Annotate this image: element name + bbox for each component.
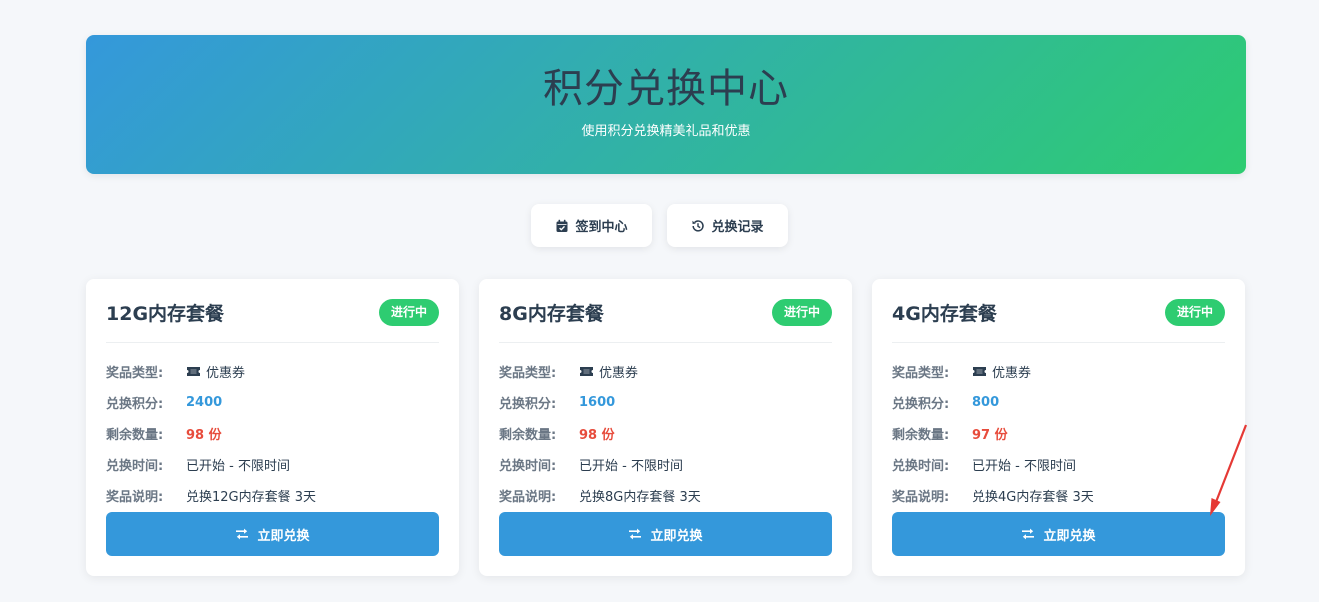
hero-banner: 积分兑换中心 使用积分兑换精美礼品和优惠 [86, 35, 1246, 174]
redeem-button-label: 立即兑换 [1043, 528, 1096, 544]
desc-value: 兑换12G内存套餐 3天 [186, 490, 317, 505]
card-info: 奖品类型: 优惠券 兑换积分: 800 剩余数量: 97 份 兑换时间: 已开始… [892, 356, 1225, 511]
info-row-type: 奖品类型: 优惠券 [892, 356, 1225, 387]
info-row-desc: 奖品说明: 兑换4G内存套餐 3天 [892, 480, 1225, 511]
reward-card-list: 12G内存套餐 进行中 奖品类型: 优惠券 兑换积分: 2400 剩余数量: 9… [86, 279, 1246, 576]
reward-card: 12G内存套餐 进行中 奖品类型: 优惠券 兑换积分: 2400 剩余数量: 9… [86, 279, 459, 576]
card-title: 4G内存套餐 [892, 303, 997, 325]
desc-value: 兑换4G内存套餐 3天 [972, 490, 1094, 505]
page-title: 积分兑换中心 [543, 66, 789, 112]
ticket-icon [973, 367, 986, 376]
status-badge: 进行中 [1164, 299, 1225, 326]
remaining-value: 97 份 [972, 428, 1008, 443]
prize-type: 优惠券 [992, 366, 1032, 381]
action-bar: 签到中心 兑换记录 [0, 204, 1319, 247]
reward-card: 4G内存套餐 进行中 奖品类型: 优惠券 兑换积分: 800 剩余数量: 97 … [872, 279, 1245, 576]
card-title: 8G内存套餐 [499, 303, 604, 325]
page-subtitle: 使用积分兑换精美礼品和优惠 [581, 124, 751, 139]
info-value: 优惠券 [186, 362, 245, 381]
info-label: 剩余数量: [892, 428, 950, 443]
info-row-desc: 奖品说明: 兑换12G内存套餐 3天 [106, 480, 439, 511]
prize-type: 优惠券 [599, 366, 639, 381]
info-label: 奖品类型: [499, 366, 557, 381]
points-value: 2400 [186, 395, 223, 410]
info-label: 兑换时间: [499, 459, 557, 474]
info-label: 兑换积分: [892, 397, 950, 412]
prize-type: 优惠券 [206, 366, 246, 381]
info-row-points: 兑换积分: 800 [892, 387, 1225, 418]
info-row-remaining: 剩余数量: 97 份 [892, 418, 1225, 449]
info-row-type: 奖品类型: 优惠券 [499, 356, 832, 387]
redeem-history-button[interactable]: 兑换记录 [667, 204, 788, 247]
info-row-time: 兑换时间: 已开始 - 不限时间 [892, 449, 1225, 480]
card-title: 12G内存套餐 [106, 303, 225, 325]
checkin-center-button[interactable]: 签到中心 [531, 204, 652, 247]
time-value: 已开始 - 不限时间 [972, 459, 1076, 474]
ticket-icon [580, 367, 593, 376]
info-row-remaining: 剩余数量: 98 份 [106, 418, 439, 449]
time-value: 已开始 - 不限时间 [579, 459, 683, 474]
page: 积分兑换中心 使用积分兑换精美礼品和优惠 签到中心 兑换记录 12G内存套餐 进… [0, 0, 1319, 602]
card-header: 12G内存套餐 进行中 [106, 279, 439, 343]
calendar-check-icon [556, 219, 568, 232]
time-value: 已开始 - 不限时间 [186, 459, 290, 474]
info-row-type: 奖品类型: 优惠券 [106, 356, 439, 387]
info-label: 兑换积分: [499, 397, 557, 412]
checkin-center-label: 签到中心 [575, 220, 628, 235]
points-value: 800 [972, 395, 1000, 410]
info-label: 兑换时间: [106, 459, 164, 474]
redeem-button-label: 立即兑换 [257, 528, 310, 544]
info-label: 奖品类型: [892, 366, 950, 381]
info-label: 奖品类型: [106, 366, 164, 381]
reward-card: 8G内存套餐 进行中 奖品类型: 优惠券 兑换积分: 1600 剩余数量: 98… [479, 279, 852, 576]
redeem-button[interactable]: 立即兑换 [106, 512, 439, 556]
info-label: 奖品说明: [106, 490, 164, 505]
redeem-button[interactable]: 立即兑换 [499, 512, 832, 556]
card-header: 8G内存套餐 进行中 [499, 279, 832, 343]
annotation-arrow-icon [1210, 424, 1248, 516]
info-label: 兑换时间: [892, 459, 950, 474]
redeem-history-label: 兑换记录 [711, 220, 764, 235]
remaining-value: 98 份 [579, 428, 615, 443]
ticket-icon [187, 367, 200, 376]
remaining-value: 98 份 [186, 428, 222, 443]
card-header: 4G内存套餐 进行中 [892, 279, 1225, 343]
info-row-points: 兑换积分: 1600 [499, 387, 832, 418]
status-badge: 进行中 [771, 299, 832, 326]
info-label: 奖品说明: [499, 490, 557, 505]
info-label: 剩余数量: [499, 428, 557, 443]
history-icon [692, 219, 705, 232]
info-row-desc: 奖品说明: 兑换8G内存套餐 3天 [499, 480, 832, 511]
info-row-remaining: 剩余数量: 98 份 [499, 418, 832, 449]
info-row-time: 兑换时间: 已开始 - 不限时间 [499, 449, 832, 480]
redeem-button-label: 立即兑换 [650, 528, 703, 544]
info-value: 优惠券 [972, 362, 1031, 381]
info-label: 奖品说明: [892, 490, 950, 505]
info-label: 兑换积分: [106, 397, 164, 412]
card-info: 奖品类型: 优惠券 兑换积分: 2400 剩余数量: 98 份 兑换时间: 已开… [106, 356, 439, 511]
redeem-button[interactable]: 立即兑换 [892, 512, 1225, 556]
info-value: 优惠券 [579, 362, 638, 381]
points-value: 1600 [579, 395, 616, 410]
exchange-icon [236, 528, 249, 540]
info-row-time: 兑换时间: 已开始 - 不限时间 [106, 449, 439, 480]
exchange-icon [629, 528, 642, 540]
info-label: 剩余数量: [106, 428, 164, 443]
info-row-points: 兑换积分: 2400 [106, 387, 439, 418]
card-info: 奖品类型: 优惠券 兑换积分: 1600 剩余数量: 98 份 兑换时间: 已开… [499, 356, 832, 511]
desc-value: 兑换8G内存套餐 3天 [579, 490, 701, 505]
exchange-icon [1022, 528, 1035, 540]
status-badge: 进行中 [378, 299, 439, 326]
